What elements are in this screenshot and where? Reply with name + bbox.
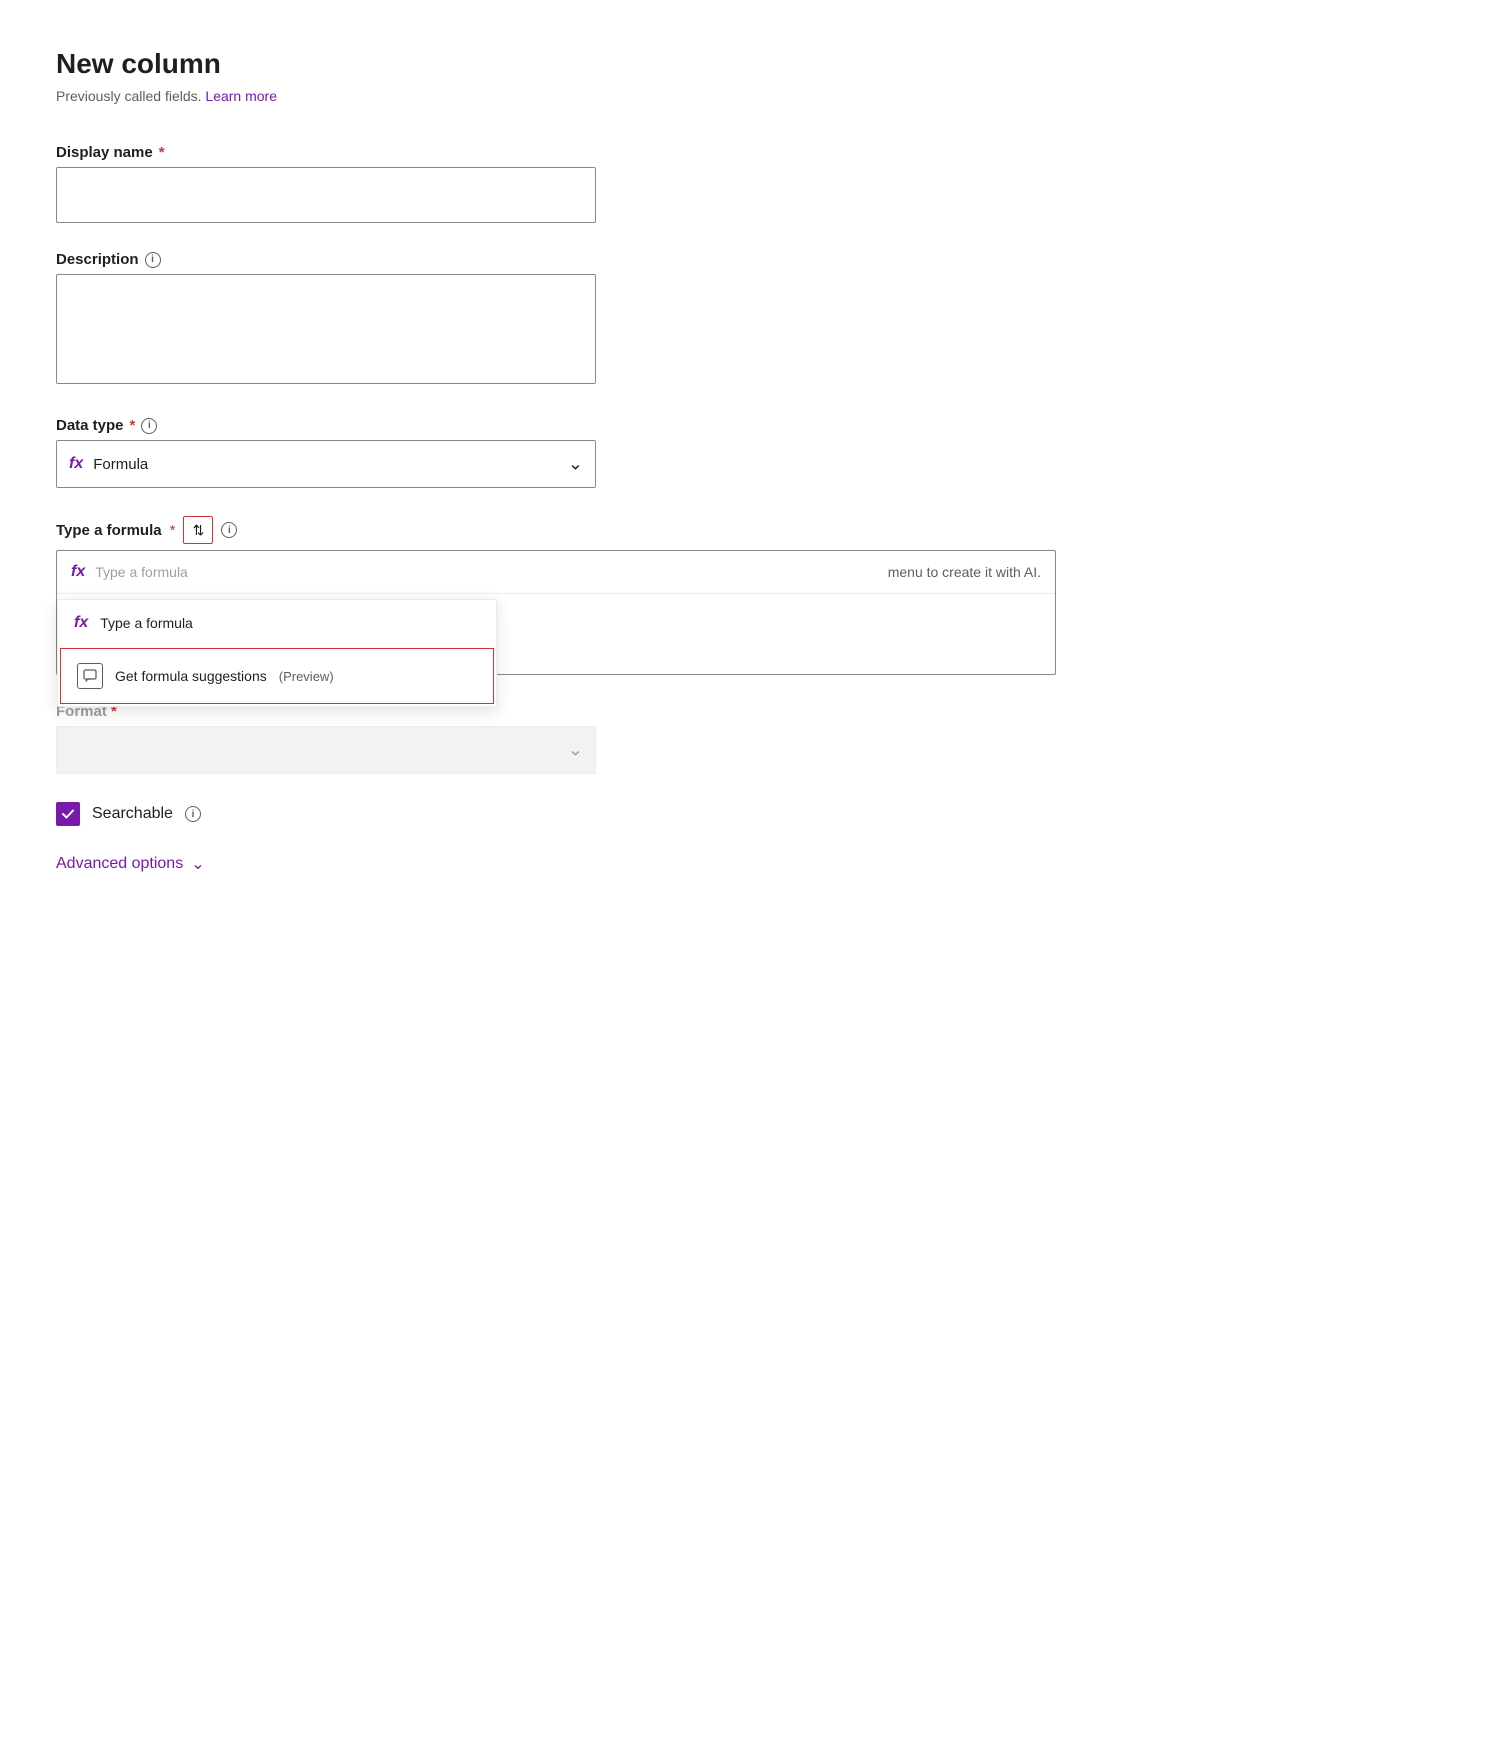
display-name-required: * (159, 144, 165, 161)
formula-placeholder-text: Type a formula (95, 564, 877, 580)
formula-info-icon[interactable]: i (221, 522, 237, 538)
chat-icon (83, 669, 97, 683)
checkmark-icon (61, 807, 75, 821)
display-name-field-group: Display name * (56, 144, 1429, 223)
display-name-label: Display name * (56, 144, 1429, 161)
data-type-chevron-icon: ⌄ (568, 454, 583, 475)
chat-icon-box (77, 663, 103, 689)
data-type-field-group: Data type * i fx Formula ⌄ (56, 417, 1429, 488)
dropdown-preview-badge: (Preview) (279, 669, 334, 684)
searchable-checkbox[interactable] (56, 802, 80, 826)
advanced-options-chevron-icon: ⌄ (191, 854, 204, 874)
formula-label-row: Type a formula * ⇅ i (56, 516, 1429, 544)
formula-input-row: fx Type a formula menu to create it with… (57, 551, 1055, 594)
data-type-required: * (130, 417, 136, 434)
format-chevron-icon: ⌄ (568, 740, 583, 761)
formula-required: * (170, 522, 176, 539)
data-type-label: Data type * i (56, 417, 1429, 434)
advanced-options-label: Advanced options (56, 855, 183, 873)
searchable-label: Searchable (92, 805, 173, 823)
formula-dropdown-item-suggestions[interactable]: Get formula suggestions (Preview) (60, 648, 494, 704)
formula-hint-text: menu to create it with AI. (888, 564, 1041, 580)
description-info-icon[interactable]: i (145, 252, 161, 268)
dropdown-type-formula-label: Type a formula (100, 615, 193, 631)
formula-field-group: Type a formula * ⇅ i fx Type a formula m… (56, 516, 1429, 675)
page-subtitle: Previously called fields. Learn more (56, 88, 1429, 104)
learn-more-link[interactable]: Learn more (205, 88, 277, 104)
data-type-info-icon[interactable]: i (141, 418, 157, 434)
advanced-options-row[interactable]: Advanced options ⌄ (56, 854, 1429, 874)
formula-container: fx Type a formula menu to create it with… (56, 550, 1056, 675)
display-name-input[interactable] (56, 167, 596, 223)
formula-dropdown-item-type[interactable]: fx Type a formula (58, 600, 496, 646)
dropdown-fx-icon: fx (74, 614, 88, 632)
formula-dropdown: fx Type a formula Get formula suggestion… (57, 599, 497, 707)
description-field-group: Description i (56, 251, 1429, 389)
format-field-group: Format * ⌄ (56, 703, 1429, 774)
data-type-select-wrapper: fx Formula ⌄ (56, 440, 596, 488)
description-input[interactable] (56, 274, 596, 384)
searchable-info-icon[interactable]: i (185, 806, 201, 822)
formula-fx-icon: fx (71, 563, 85, 581)
formula-label: Type a formula (56, 522, 162, 539)
description-label: Description i (56, 251, 1429, 268)
format-select: ⌄ (56, 726, 596, 774)
fx-icon: fx (69, 455, 83, 473)
data-type-select[interactable]: fx Formula ⌄ (56, 440, 596, 488)
formula-expand-button[interactable]: ⇅ (183, 516, 213, 544)
page-title: New column (56, 48, 1429, 80)
data-type-value: Formula (93, 456, 148, 473)
searchable-row: Searchable i (56, 802, 1429, 826)
dropdown-suggestions-label: Get formula suggestions (115, 668, 267, 684)
